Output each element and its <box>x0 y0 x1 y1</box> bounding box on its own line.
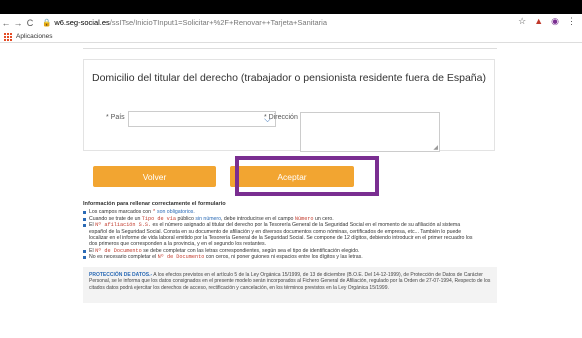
domicile-panel: Domicilio del titular del derecho (traba… <box>83 59 495 152</box>
browser-nav-bar: ← → C 🔒 w6.seg-social.es/ssITse/InicioTIn… <box>0 14 582 31</box>
url-host: w6.seg-social.es <box>54 18 110 27</box>
resize-grip-icon[interactable]: ◢ <box>433 144 438 151</box>
star-icon[interactable]: ☆ <box>518 16 526 27</box>
info-title: Información para rellenar correctamente … <box>83 201 226 207</box>
lock-icon: 🔒 <box>42 18 52 27</box>
previous-panel-edge <box>83 43 497 49</box>
content-area: Domicilio del titular del derecho (traba… <box>83 43 497 338</box>
browser-tab-strip <box>0 0 582 14</box>
back-arrow-icon[interactable]: ← <box>0 18 12 28</box>
back-button[interactable]: Volver <box>93 166 216 187</box>
page: Domicilio del titular del derecho (traba… <box>0 43 582 338</box>
profile-icon[interactable]: ◉ <box>551 16 559 27</box>
url-path: /ssITse/InicioTInput1=Solicitar+%2F+Reno… <box>109 18 327 27</box>
section-title: Domicilio del titular del derecho (traba… <box>92 72 486 84</box>
direccion-label: * Dirección <box>264 114 298 121</box>
highlight-box <box>235 156 379 196</box>
info-item: No es necesario completar el Nº de Docum… <box>83 254 497 260</box>
bookmark-apps[interactable]: Aplicaciones <box>16 33 53 40</box>
data-protection-title: PROTECCIÓN DE DATOS.- <box>89 272 153 278</box>
pais-label: * País <box>106 114 125 121</box>
info-section: Información para rellenar correctamente … <box>83 201 497 260</box>
apps-grid-icon[interactable] <box>4 32 12 41</box>
extension-icon[interactable]: ▲ <box>534 16 543 27</box>
reload-icon[interactable]: C <box>24 18 36 28</box>
direccion-textarea[interactable]: ◢ <box>300 112 440 152</box>
address-bar[interactable]: 🔒 w6.seg-social.es/ssITse/InicioTInput1=S… <box>42 18 327 27</box>
pais-select[interactable]: ⌵ <box>128 111 276 127</box>
forward-arrow-icon[interactable]: → <box>12 18 24 28</box>
menu-icon[interactable]: ⋮ <box>567 16 576 27</box>
bookmarks-bar: Aplicaciones <box>0 31 582 43</box>
data-protection-box: PROTECCIÓN DE DATOS.- A los efectos prev… <box>83 267 497 303</box>
